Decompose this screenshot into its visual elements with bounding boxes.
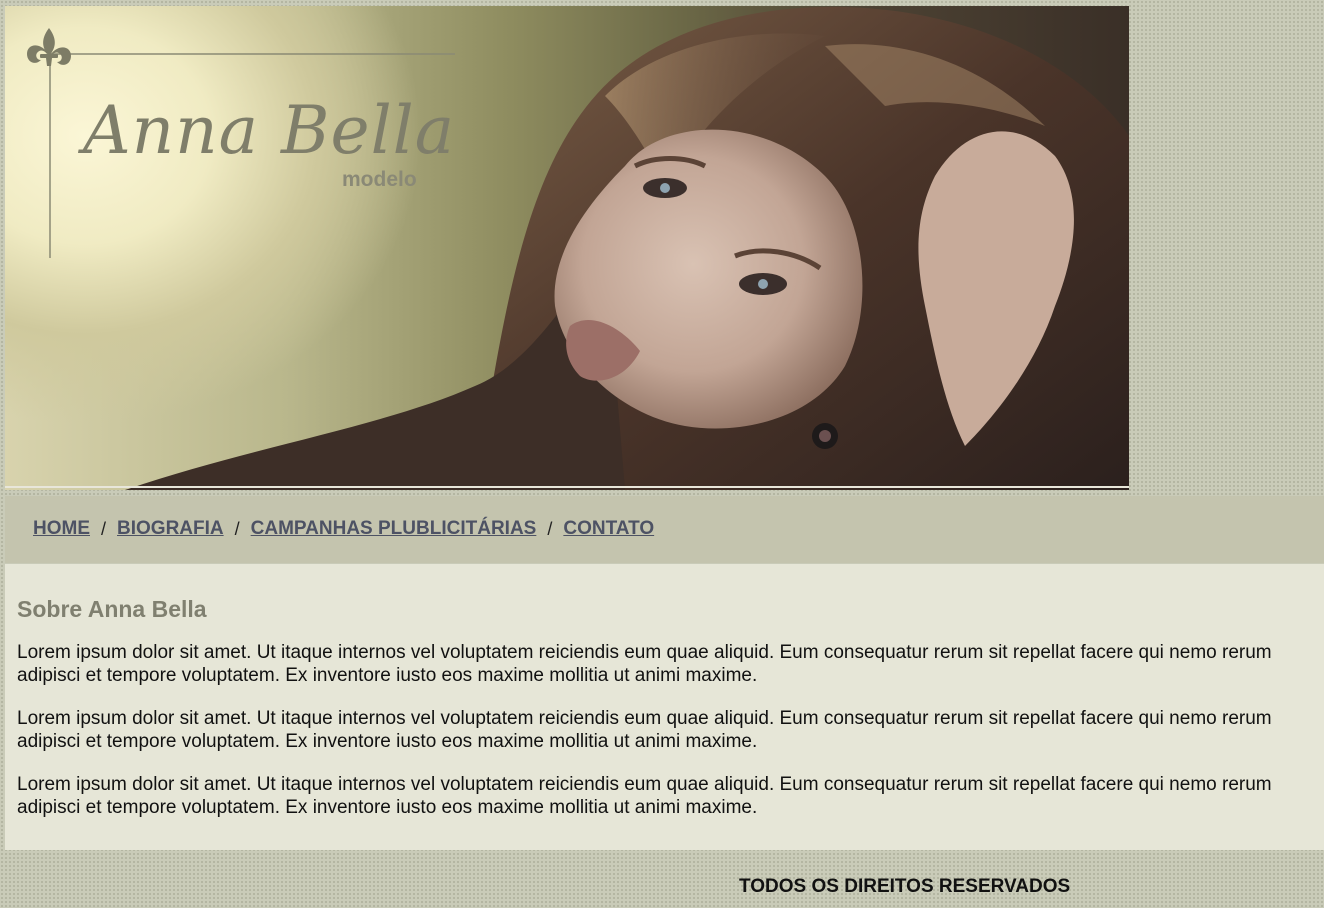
section-title: Sobre Anna Bella <box>17 596 207 622</box>
hero-divider <box>5 486 1129 488</box>
about-section: Sobre Anna Bella Lorem ipsum dolor sit a… <box>5 564 1324 850</box>
paragraph-line: Lorem ipsum dolor sit amet. Ut itaque in… <box>17 774 1272 795</box>
logo-subtitle: modelo <box>342 168 417 191</box>
paragraph-line: adipisci et tempore voluptatem. Ex inven… <box>17 665 758 686</box>
hero-banner: Anna Bella modelo <box>5 6 1129 490</box>
paragraph-line: Lorem ipsum dolor sit amet. Ut itaque in… <box>17 708 1272 729</box>
footer-copyright: TODOS OS DIREITOS RESERVADOS <box>739 876 1071 897</box>
nav-separator: / <box>234 518 240 539</box>
paragraph-line: adipisci et tempore voluptatem. Ex inven… <box>17 797 758 818</box>
paragraph: Lorem ipsum dolor sit amet. Ut itaque in… <box>17 773 1324 819</box>
logo-name: Anna Bella <box>83 92 456 169</box>
paragraph-line: Lorem ipsum dolor sit amet. Ut itaque in… <box>17 642 1272 663</box>
nav-link-contato[interactable]: CONTATO <box>563 518 654 540</box>
nav-link-campanhas[interactable]: CAMPANHAS PLUBLICITÁRIAS <box>251 518 537 540</box>
paragraph-line: adipisci et tempore voluptatem. Ex inven… <box>17 731 758 752</box>
paragraph: Lorem ipsum dolor sit amet. Ut itaque in… <box>17 641 1324 687</box>
paragraph: Lorem ipsum dolor sit amet. Ut itaque in… <box>17 707 1324 753</box>
nav-link-home[interactable]: HOME <box>33 518 90 540</box>
nav-separator: / <box>101 518 107 539</box>
nav-list: HOME / BIOGRAFIA / CAMPANHAS PLUBLICITÁR… <box>33 518 654 540</box>
main-navigation: HOME / BIOGRAFIA / CAMPANHAS PLUBLICITÁR… <box>5 496 1324 563</box>
nav-separator: / <box>547 518 553 539</box>
site-logo[interactable]: Anna Bella modelo <box>5 6 475 276</box>
nav-link-biografia[interactable]: BIOGRAFIA <box>117 518 224 540</box>
